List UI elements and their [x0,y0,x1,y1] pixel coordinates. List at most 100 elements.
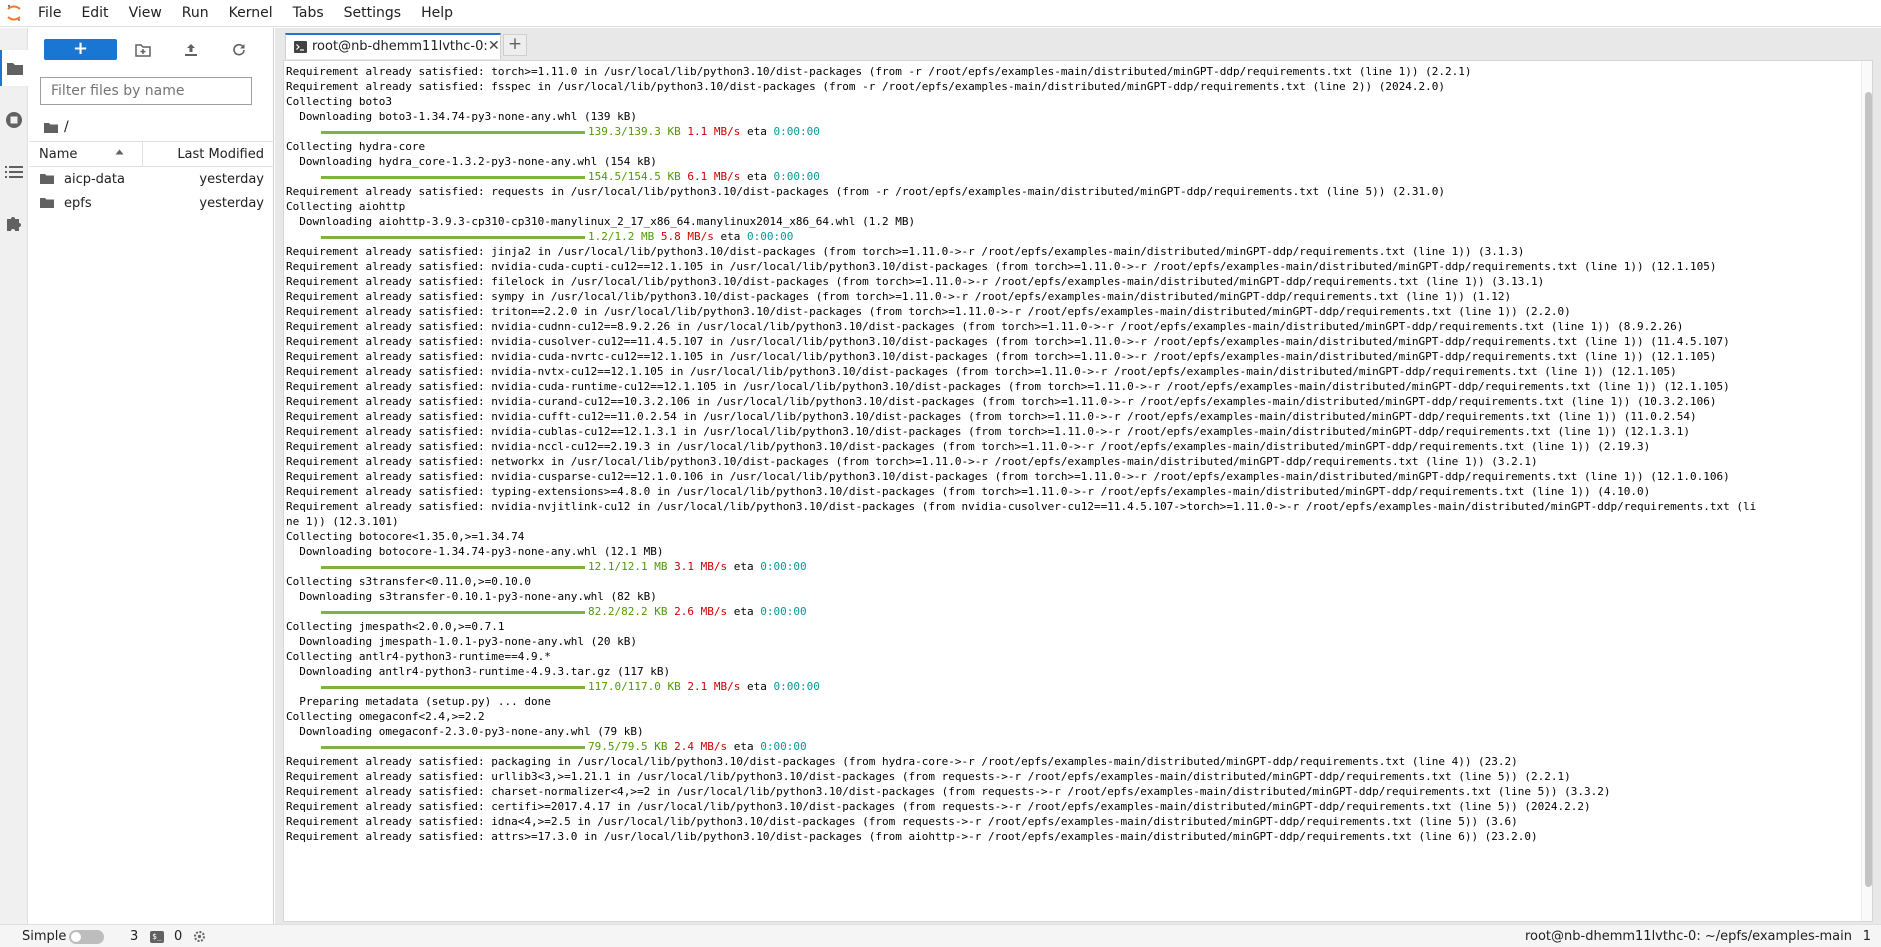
new-folder-button[interactable] [132,39,154,61]
table-of-contents-tab[interactable] [0,154,28,190]
menu-file[interactable]: File [28,0,72,27]
terminal[interactable]: Requirement already satisfied: torch>=1.… [283,60,1873,922]
column-modified-header[interactable]: Last Modified [177,147,264,162]
terminal-icon: $_ [150,931,164,943]
terminal-line: Requirement already satisfied: fsspec in… [286,80,1445,93]
new-launcher-button[interactable]: + [44,39,117,60]
download-progress-line: 1.2/1.2 MB 5.8 MB/s eta 0:00:00 [286,229,1756,244]
folder-icon[interactable] [44,122,58,133]
terminal-output: Requirement already satisfied: torch>=1.… [286,64,1756,844]
upload-button[interactable] [180,39,202,61]
refresh-button[interactable] [228,39,250,61]
progress-eta-label: eta [733,740,754,753]
terminal-line: Downloading botocore-1.34.74-py3-none-an… [286,545,664,558]
gear-icon[interactable] [193,930,206,943]
file-browser-tab[interactable] [0,50,28,86]
progress-speed: 3.1 MB/s [674,560,728,573]
terminal-line: Requirement already satisfied: nvidia-nv… [286,365,1677,378]
new-tab-button[interactable]: + [503,34,527,56]
terminal-line: Downloading jmespath-1.0.1-py3-none-any.… [286,635,637,648]
progress-speed: 2.1 MB/s [687,680,741,693]
download-progress-line: 154.5/154.5 KB 6.1 MB/s eta 0:00:00 [286,169,1756,184]
progress-eta: 0:00:00 [773,170,820,183]
breadcrumb-root[interactable]: / [64,119,69,135]
scrollbar-thumb[interactable] [1865,92,1872,887]
jupyter-logo-icon[interactable] [0,0,28,27]
terminal-line: Requirement already satisfied: nvidia-cu… [286,335,1730,348]
tab-bar: root@nb-dhemm11lvthc-0: ✕ + [275,28,1881,59]
tab-label: root@nb-dhemm11lvthc-0: [312,39,488,54]
folder-icon [40,198,54,208]
terminal-line: Collecting aiohttp [286,200,406,213]
progress-eta-label: eta [733,560,754,573]
terminal-line: Requirement already satisfied: nvidia-cu… [286,395,1717,408]
column-name-header[interactable]: Name [39,147,77,162]
terminal-line: Requirement already satisfied: urllib3<3… [286,770,1571,783]
progress-bar [321,685,585,689]
column-divider[interactable] [142,142,143,166]
terminal-count[interactable]: 3 [130,929,138,944]
progress-bar [321,130,585,134]
activity-bar [0,28,28,924]
file-list-header: Name Last Modified [29,141,274,167]
progress-eta: 0:00:00 [773,680,820,693]
file-modified: yesterday [199,196,264,211]
terminal-line: Collecting jmespath<2.0.0,>=0.7.1 [286,620,505,633]
caret-up-icon [115,149,124,155]
toggle-knob [71,932,81,942]
file-name: epfs [64,196,92,211]
close-icon[interactable]: ✕ [488,38,500,54]
extension-manager-tab[interactable] [0,206,28,242]
menu-view[interactable]: View [120,0,173,27]
running-sessions-tab[interactable] [0,102,28,138]
file-list-item[interactable]: aicp-data yesterday [29,168,274,192]
menu-kernel[interactable]: Kernel [220,0,284,27]
simple-mode-label: Simple [22,929,67,944]
tab-terminal[interactable]: root@nb-dhemm11lvthc-0: ✕ [285,33,501,59]
menu-settings[interactable]: Settings [335,0,412,27]
progress-amount: 12.1/12.1 MB [588,560,668,573]
progress-speed: 6.1 MB/s [687,170,741,183]
progress-bar [321,745,585,749]
kernel-count[interactable]: 0 [174,929,182,944]
status-path: root@nb-dhemm11lvthc-0: ~/epfs/examples-… [1524,929,1852,944]
terminal-icon [294,41,307,53]
upload-icon [185,44,197,56]
terminal-line: Downloading s3transfer-0.10.1-py3-none-a… [286,590,657,603]
terminal-line: Requirement already satisfied: sympy in … [286,290,1512,303]
file-name: aicp-data [64,172,125,187]
progress-speed: 2.4 MB/s [674,740,728,753]
filter-files-input[interactable] [40,77,252,105]
terminal-line: Downloading hydra_core-1.3.2-py3-none-an… [286,155,657,168]
progress-amount: 1.2/1.2 MB [588,230,655,243]
progress-amount: 139.3/139.3 KB [588,125,681,138]
progress-bar [321,235,585,239]
file-browser: + / Name Last Modified aicp-data yesterd… [29,28,274,924]
menu-help[interactable]: Help [412,0,464,27]
progress-speed: 5.8 MB/s [660,230,714,243]
menu-edit[interactable]: Edit [72,0,119,27]
terminal-scrollbar[interactable] [1861,61,1872,921]
terminal-line: Requirement already satisfied: jinja2 in… [286,245,1525,258]
progress-eta-label: eta [746,680,767,693]
terminal-line: Collecting antlr4-python3-runtime==4.9.* [286,650,551,663]
progress-bar [321,565,585,569]
terminal-line: Requirement already satisfied: nvidia-cu… [286,410,1697,423]
status-line-number: 1 [1862,929,1871,944]
download-progress-line: 12.1/12.1 MB 3.1 MB/s eta 0:00:00 [286,559,1756,574]
main-area: root@nb-dhemm11lvthc-0: ✕ + Requirement … [275,28,1881,924]
menu-run[interactable]: Run [173,0,220,27]
terminal-line: Requirement already satisfied: torch>=1.… [286,65,1472,78]
status-bar: Simple 3 $_ 0 root@nb-dhemm11lvthc-0: ~/… [0,924,1881,947]
progress-eta-label: eta [733,605,754,618]
terminal-line: Requirement already satisfied: charset-n… [286,785,1611,798]
download-progress-line: 82.2/82.2 KB 2.6 MB/s eta 0:00:00 [286,604,1756,619]
terminal-line: Requirement already satisfied: nvidia-cu… [286,470,1730,483]
terminal-line: Requirement already satisfied: nvidia-cu… [286,320,1684,333]
progress-eta: 0:00:00 [760,560,807,573]
file-list-item[interactable]: epfs yesterday [29,192,274,216]
breadcrumb: / [44,116,69,138]
menu-tabs[interactable]: Tabs [284,0,335,27]
progress-amount: 79.5/79.5 KB [588,740,668,753]
simple-mode-toggle[interactable] [69,930,104,944]
